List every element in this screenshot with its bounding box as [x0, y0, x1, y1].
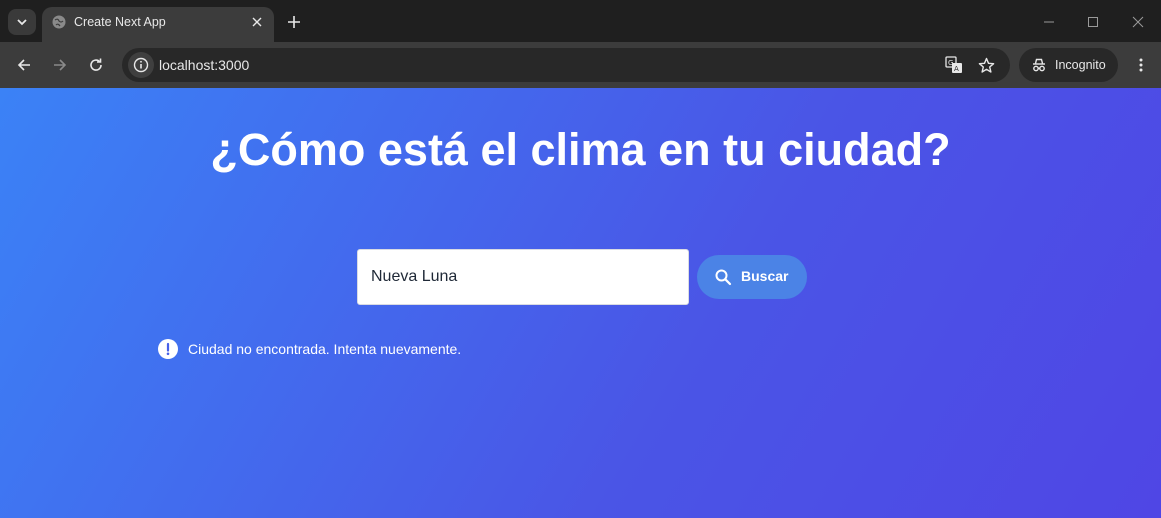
maximize-icon: [1088, 17, 1098, 27]
forward-icon: [54, 59, 67, 71]
translate-icon: GA: [945, 56, 962, 73]
reload-icon: [90, 58, 102, 71]
reload-button[interactable]: [85, 54, 107, 76]
incognito-label: Incognito: [1055, 58, 1106, 72]
minimize-button[interactable]: [1039, 12, 1059, 32]
tab-close-button[interactable]: [249, 14, 265, 30]
svg-text:A: A: [954, 65, 959, 73]
globe-icon: [52, 15, 66, 29]
site-info-button[interactable]: [128, 52, 154, 78]
search-icon: [715, 269, 732, 286]
city-search-input[interactable]: [357, 249, 689, 305]
close-icon: [252, 17, 262, 27]
browser-toolbar: localhost:3000 GA Incognito: [0, 42, 1161, 88]
forward-button[interactable]: [49, 54, 71, 76]
translate-button[interactable]: GA: [945, 56, 963, 74]
plus-icon: [288, 16, 300, 28]
alert-icon: [158, 339, 178, 359]
tab-search-button[interactable]: [8, 9, 36, 35]
back-button[interactable]: [13, 54, 35, 76]
tab-strip: Create Next App: [0, 0, 1161, 42]
maximize-button[interactable]: [1083, 12, 1103, 32]
page-title: ¿Cómo está el clima en tu ciudad?: [210, 124, 951, 175]
search-button-label: Buscar: [741, 268, 789, 284]
browser-menu-button[interactable]: [1130, 54, 1152, 76]
chevron-down-icon: [17, 19, 27, 26]
close-icon: [1132, 16, 1144, 28]
new-tab-button[interactable]: [284, 12, 304, 32]
tab-active[interactable]: Create Next App: [42, 7, 274, 42]
error-text: Ciudad no encontrada. Intenta nuevamente…: [188, 341, 462, 357]
minimize-icon: [1044, 21, 1054, 23]
url-text: localhost:3000: [159, 57, 250, 73]
incognito-icon: [1033, 58, 1045, 72]
address-bar[interactable]: localhost:3000 GA: [122, 48, 1010, 82]
star-icon: [978, 57, 994, 73]
incognito-badge[interactable]: Incognito: [1019, 48, 1118, 82]
search-button[interactable]: Buscar: [697, 255, 807, 299]
tab-title: Create Next App: [74, 15, 166, 29]
more-vert-icon: [1139, 58, 1143, 72]
browser-window: Create Next App localhost:3000 G A Incog…: [0, 0, 1161, 518]
back-icon: [17, 59, 30, 71]
info-icon: [133, 57, 149, 73]
close-window-button[interactable]: [1128, 12, 1148, 32]
bookmark-button[interactable]: [977, 56, 995, 74]
page-content: ¿Cómo está el clima en tu ciudad? Buscar…: [0, 88, 1161, 518]
